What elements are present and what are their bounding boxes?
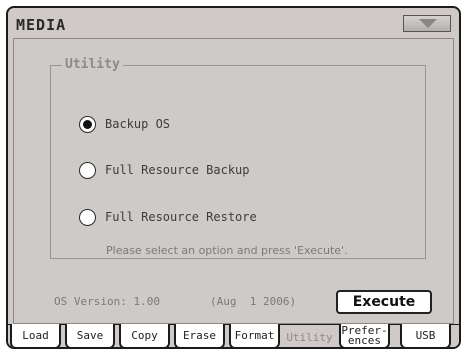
tab-label: Prefer- ences [341,323,388,347]
instruction-text: Please select an option and press 'Execu… [106,244,348,257]
tab-usb[interactable]: USB [400,324,451,347]
tab-label: Save [76,328,104,342]
os-date: (Aug 1 2006) [210,295,297,308]
option-full-resource-backup[interactable]: Full Resource Backup [79,160,250,180]
option-label: Backup OS [105,117,171,131]
tab-label: Copy [131,328,158,342]
radio-button[interactable] [79,161,96,179]
utility-panel: Utility Backup OS Full Resource Backup F… [50,57,426,259]
option-backup-os[interactable]: Backup OS [79,114,170,134]
tab-load[interactable]: Load [10,324,61,347]
triangle-down-icon [419,19,437,28]
content-area: Utility Backup OS Full Resource Backup F… [13,38,454,324]
option-label: Full Resource Restore [105,210,257,224]
media-window: MEDIA Utility Backup OS Full Resource Ba… [6,6,461,349]
tab-label: Erase [182,328,217,342]
title-bar: MEDIA [8,8,459,38]
tab-format[interactable]: Format [229,324,280,347]
tab-save[interactable]: Save [65,324,115,347]
radio-button[interactable] [79,208,96,226]
tab-label: Utility [286,330,333,344]
tab-preferences[interactable]: Prefer- ences [339,323,390,347]
tab-bar: Load Save Copy Erase Format Utility Pref… [8,323,459,347]
tab-utility[interactable]: Utility [284,325,335,347]
tab-label: Load [22,328,49,342]
page-title: MEDIA [16,16,67,34]
tab-copy[interactable]: Copy [119,324,170,347]
page-menu-button[interactable] [403,15,451,32]
panel-title: Utility [62,57,123,72]
execute-button[interactable]: Execute [336,290,432,314]
tab-label: Format [234,328,275,342]
tab-erase[interactable]: Erase [174,324,225,347]
os-version: OS Version: 1.00 [54,295,160,308]
option-full-resource-restore[interactable]: Full Resource Restore [79,207,257,227]
tab-label: USB [415,328,436,342]
radio-button-selected[interactable] [79,115,96,133]
option-label: Full Resource Backup [105,163,250,177]
